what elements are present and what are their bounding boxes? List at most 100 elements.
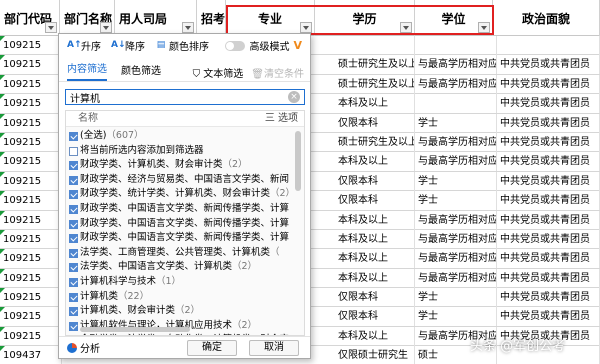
checkbox[interactable] (69, 263, 78, 273)
filter-dropdown-icon[interactable] (182, 22, 194, 33)
cell-degree[interactable] (415, 94, 497, 114)
cell-degree[interactable]: 学士 (415, 191, 497, 211)
cell-dept-code[interactable]: 109215 (0, 55, 62, 75)
cell-education[interactable]: 仅限本科 (335, 171, 415, 191)
cell-education[interactable]: 本科及以上 (335, 249, 415, 269)
horizontal-scrollbar[interactable] (80, 327, 190, 332)
tab-content-filter[interactable]: 内容筛选 (67, 60, 107, 81)
cell-education[interactable]: 本科及以上 (335, 268, 415, 288)
filter-list-item[interactable]: 计算机类、财会审计类（2） (66, 304, 294, 319)
cell-political[interactable]: 中共党员或共青团员 (497, 229, 600, 249)
filter-list-item[interactable]: 法学类、中国语言文学类、计算机类（2） (66, 260, 294, 275)
cell-education[interactable]: 本科及以上 (335, 326, 415, 346)
checkbox[interactable] (69, 292, 78, 302)
ok-button[interactable]: 确定 (187, 340, 237, 356)
cell-education[interactable]: 仅限本科 (335, 307, 415, 327)
cell-political[interactable]: 中共党员或共青团员 (497, 152, 600, 172)
checkbox[interactable] (69, 190, 78, 200)
cell-education[interactable]: 仅限本科 (335, 191, 415, 211)
filter-list-item[interactable]: 财政学类、中国语言文学类、新闻传播学类、计算 (66, 231, 294, 246)
filter-list-item[interactable]: 财政学类、计算机类、财会审计类（2） (66, 158, 294, 173)
cell-degree[interactable]: 与最高学历相对应 (415, 55, 497, 75)
checkbox[interactable] (69, 277, 78, 287)
filter-list-item[interactable]: 财政学类、经济与贸易类、中国语言文学类、新闻 (66, 173, 294, 188)
cell-political[interactable]: 中共党员或共青团员 (497, 55, 600, 75)
cell-education[interactable]: 本科及以上 (335, 94, 415, 114)
cell-dept-code[interactable]: 109215 (0, 152, 62, 172)
cell-political[interactable]: 中共党员或共青团员 (497, 74, 600, 94)
cell-education[interactable]: 硕士研究生及以上 (335, 74, 415, 94)
col-header-dept-name[interactable]: 部门名称 (60, 0, 115, 36)
col-header-political[interactable]: 政治面貌 (493, 0, 600, 36)
cell-dept-code[interactable]: 109215 (0, 249, 62, 269)
checkbox[interactable] (69, 248, 78, 258)
cell-degree[interactable] (415, 36, 497, 55)
checkbox[interactable] (69, 321, 78, 331)
filter-list-item[interactable]: 将当前所选内容添加到筛选器 (66, 144, 294, 159)
sort-asc-button[interactable]: A↑ 升序 (67, 38, 101, 53)
checkbox[interactable] (69, 161, 78, 171)
advanced-mode-toggle[interactable]: 高级模式 V (225, 38, 302, 53)
col-header-employer[interactable]: 用人司局 (115, 0, 197, 36)
cell-dept-code[interactable]: 109215 (0, 288, 62, 308)
checkbox[interactable] (69, 307, 78, 317)
filter-list-item[interactable]: 计算机科学与技术（1） (66, 275, 294, 290)
options-button[interactable]: 三 选项 (265, 111, 298, 127)
checkbox[interactable] (69, 234, 78, 244)
tab-color-filter[interactable]: 颜色筛选 (121, 62, 161, 81)
cell-dept-code[interactable]: 109437 (0, 346, 62, 364)
cell-degree[interactable]: 学士 (415, 113, 497, 133)
cell-degree[interactable]: 与最高学历相对应 (415, 268, 497, 288)
cell-education[interactable]: 本科及以上 (335, 210, 415, 230)
cell-education[interactable] (335, 36, 415, 55)
cell-dept-code[interactable]: 109215 (0, 94, 62, 114)
cell-political[interactable]: 中共党员或共青团员 (497, 307, 600, 327)
col-header-major[interactable]: 专业 (226, 0, 315, 36)
cell-degree[interactable]: 与最高学历相对应 (415, 74, 497, 94)
cell-degree[interactable]: 学士 (415, 288, 497, 308)
cell-political[interactable]: 中共党员或共青团员 (497, 132, 600, 152)
cell-degree[interactable]: 与最高学历相对应 (415, 152, 497, 172)
filter-dropdown-icon[interactable] (45, 22, 57, 33)
cell-political[interactable]: 中共党员或共青团员 (497, 113, 600, 133)
text-filter-button[interactable]: ⛉ 文本筛选 (193, 65, 244, 80)
vertical-scrollbar[interactable] (295, 131, 301, 191)
col-header-recruit[interactable]: 招考人 (197, 0, 226, 36)
cell-political[interactable] (497, 36, 600, 55)
cell-dept-code[interactable]: 109215 (0, 326, 62, 346)
cell-dept-code[interactable]: 109215 (0, 36, 62, 55)
checkbox[interactable] (69, 219, 78, 229)
filter-dropdown-icon[interactable] (400, 22, 412, 33)
cell-dept-code[interactable]: 109215 (0, 132, 62, 152)
cell-political[interactable]: 中共党员或共青团员 (497, 249, 600, 269)
cell-education[interactable]: 本科及以上 (335, 152, 415, 172)
cell-dept-code[interactable]: 109215 (0, 210, 62, 230)
cell-dept-code[interactable]: 109215 (0, 307, 62, 327)
checkbox[interactable] (69, 132, 78, 141)
cell-degree[interactable]: 与最高学历相对应 (415, 229, 497, 249)
cell-dept-code[interactable]: 109215 (0, 268, 62, 288)
cell-education[interactable]: 仅限本科 (335, 288, 415, 308)
cancel-button[interactable]: 取消 (249, 340, 299, 356)
cell-dept-code[interactable]: 109215 (0, 74, 62, 94)
cell-education[interactable]: 仅限硕士研究生 (335, 346, 415, 364)
filter-dropdown-icon[interactable] (100, 22, 112, 33)
checkbox[interactable] (69, 175, 78, 185)
cell-degree[interactable]: 与最高学历相对应 (415, 132, 497, 152)
cell-political[interactable]: 中共党员或共青团员 (497, 210, 600, 230)
col-header-dept-code[interactable]: 部门代码 (0, 0, 60, 36)
filter-list-item[interactable]: (全选)（607） (66, 129, 294, 144)
cell-degree[interactable]: 与最高学历相对应 (415, 249, 497, 269)
cell-degree[interactable]: 学士 (415, 171, 497, 191)
sort-desc-button[interactable]: A↓ 降序 (111, 38, 145, 53)
filter-list-item[interactable]: 计算机类（22） (66, 290, 294, 305)
filter-list-item[interactable]: 财政学类、统计学类、计算机类、财会审计类（2） (66, 187, 294, 202)
clear-condition-button[interactable]: 🗑清空条件 (251, 65, 304, 80)
cell-degree[interactable]: 学士 (415, 307, 497, 327)
cell-education[interactable]: 仅限本科 (335, 113, 415, 133)
filter-dropdown-icon[interactable] (300, 22, 312, 33)
cell-dept-code[interactable]: 109215 (0, 171, 62, 191)
cell-dept-code[interactable]: 109215 (0, 113, 62, 133)
filter-list-item[interactable]: 法学类、工商管理类、公共管理类、计算机类（ (66, 246, 294, 261)
cell-political[interactable]: 中共党员或共青团员 (497, 268, 600, 288)
